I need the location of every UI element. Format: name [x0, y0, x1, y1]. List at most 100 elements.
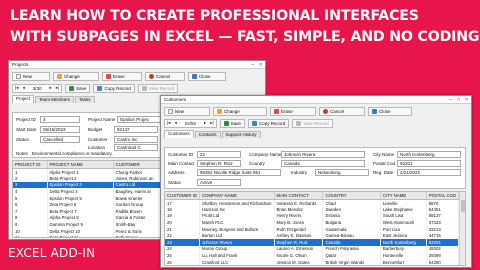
table-row[interactable]: 3 Epsilon Project 3 Castro Ltd [13, 181, 171, 189]
table-row[interactable]: 9 Gamma Project 9 Smith-Bay [13, 221, 171, 228]
company-name-field[interactable]: Johnson Rivera [281, 151, 365, 158]
table-cell: 5 [13, 194, 48, 202]
projects-save-button[interactable]: Save [65, 83, 91, 93]
projects-new-button[interactable]: New [12, 71, 50, 81]
project-name-label: Project Name [88, 117, 116, 122]
customers-view-button[interactable]: View Record [292, 118, 333, 128]
projects-change-button[interactable]: Change [53, 71, 99, 81]
tab-customers[interactable]: Customers [164, 130, 194, 138]
table-row[interactable]: 26 Crawford LLC Jessica M. Gates British Vi… [165, 258, 460, 265]
table-row[interactable]: 8 Alpha Project 8 Garcia & Foster [13, 214, 171, 222]
customers-new-button[interactable]: New [164, 106, 210, 116]
table-row[interactable]: 21 Mooney, Burgess and Bullock Ruth Fitzge… [165, 225, 460, 233]
column-header[interactable]: COUNTRY [322, 192, 381, 200]
table-cell: Zeta Project 6 [47, 201, 114, 209]
table-row[interactable]: 22 Burton Ltd Ashley K. Davison Guinea-Biss… [165, 232, 460, 240]
close-window-icon[interactable]: × [259, 62, 262, 68]
first-record-icon[interactable]: |◂ [13, 85, 20, 91]
customers-cancel-button[interactable]: Cancel [319, 106, 365, 116]
country-field[interactable]: Canada [281, 160, 365, 167]
column-header[interactable]: PROJECT ID [13, 161, 48, 169]
table-cell: 10 [13, 227, 48, 235]
table-row[interactable]: 20 Marsh PLC Mary B. Jones Bulgaria West Ala… [165, 219, 460, 226]
table-row[interactable]: 19 Pruitt Ltd Henry Rivers Estonia South Lis… [165, 212, 460, 220]
address-field[interactable]: 96362 Nicolle Ridge Suite 951 [197, 169, 281, 176]
city-name-label: City Name [373, 152, 395, 157]
new-icon [168, 108, 173, 114]
table-row[interactable]: 10 Delta Project 10 Perez & Sons [13, 227, 171, 235]
minimize-icon[interactable]: – [449, 97, 452, 103]
last-record-icon[interactable]: ▸| [54, 85, 61, 91]
customers-change-button[interactable]: Change [213, 106, 267, 116]
table-row[interactable]: 4 Delta Project 4 Baughey, Harris ar [13, 188, 171, 195]
table-row[interactable]: 24 Moran Group Lauren A. Emerson French Pol… [165, 245, 460, 253]
customers-record-navigator[interactable]: |◂ ◂ 22/50 ▸ ▸| [164, 118, 217, 128]
table-row[interactable]: 17 Shafton, Henderson and Richardson Vanes… [165, 199, 460, 207]
tab-support-history[interactable]: Support History [221, 131, 261, 138]
location-field[interactable]: Castrotoit C [114, 144, 158, 151]
table-row[interactable]: 23 Johnson Rivera Stephen R. Ruiz Canada Nor… [165, 239, 460, 246]
table-row[interactable]: 11 Beta Project 11 Roth Group [13, 234, 171, 237]
customer-id-field[interactable]: 22 [197, 151, 241, 158]
table-cell: 64451 [426, 206, 460, 213]
table-row[interactable]: 7 Beta Project 7 Padilla Brown [13, 208, 171, 215]
city-name-field[interactable]: North Kortenberg [397, 151, 461, 158]
tab-tasks[interactable]: Tasks [75, 96, 95, 103]
tab-contacts[interactable]: Contacts [194, 131, 221, 138]
close-window-icon[interactable]: × [465, 97, 468, 103]
scrollbar-thumb[interactable] [461, 200, 465, 212]
maximize-icon[interactable]: □ [457, 97, 460, 103]
tab-project[interactable]: Project [12, 95, 35, 103]
column-header[interactable]: CUSTOMER ID [165, 192, 201, 200]
projects-erase-button[interactable]: Erase [102, 71, 142, 81]
tab-team-members[interactable]: Team Members [35, 96, 75, 103]
column-header[interactable]: CITY NAME [380, 192, 427, 200]
table-cell: Marsh PLC [199, 219, 275, 226]
reg-date-field[interactable]: 2/21/2022 [397, 169, 461, 176]
table-cell: Delta Project 10 [47, 227, 114, 235]
project-name-field[interactable]: Epsilon Projec [117, 116, 162, 123]
main-contact-field[interactable]: Stephen R. Ruiz [197, 160, 241, 167]
customers-close-button[interactable]: Close [368, 106, 412, 116]
table-row[interactable]: 27Smith, Wood and JohnsonElijah D. Cross… [165, 265, 459, 266]
minimize-icon[interactable]: – [251, 62, 254, 68]
projects-view-button[interactable]: View Record [137, 83, 179, 93]
projects-cancel-button[interactable]: Cancel [145, 71, 185, 81]
column-header[interactable]: PROJECT NAME [47, 161, 114, 169]
column-header[interactable]: MAIN CONTACT [274, 192, 324, 200]
notes-field[interactable]: Environmental compliance is mandatory. [32, 151, 113, 156]
table-row[interactable]: 25 Lu, Hall and Frank Nicole G. Olson Qatar… [165, 252, 460, 259]
customers-copy-button[interactable]: Copy Record [247, 118, 290, 128]
table-cell: French Polynesia [322, 245, 381, 253]
table-row[interactable]: 1 Alpha Project 1 Chung-Farber [13, 168, 171, 176]
projects-copy-button[interactable]: Copy Record [93, 83, 135, 93]
project-id-field[interactable]: 3 [40, 116, 80, 123]
projects-record-navigator[interactable]: |◂ ◂ 3/30 ▸ ▸| [12, 83, 63, 93]
table-row[interactable]: 18 Harrison Inc Brian Mendez Sweden Lake Ste… [165, 206, 460, 213]
industry-select[interactable]: Networking [315, 169, 369, 176]
postal-code-field[interactable]: 92201 [397, 160, 461, 167]
table-cell: South Lisa [380, 212, 427, 220]
last-record-icon[interactable]: ▸| [208, 120, 215, 126]
headline-line-1: LEARN HOW TO CREATE PROFESSIONAL INTERFA… [10, 8, 419, 24]
table-row[interactable]: 5 Epsilon Project 5 Bowie Kramer [13, 194, 171, 202]
budget-field[interactable]: 92137 [114, 126, 158, 133]
save-icon [223, 120, 229, 126]
customers-erase-button[interactable]: Erase [270, 106, 316, 116]
column-header[interactable]: COMPANY NAME [199, 192, 275, 200]
column-header[interactable]: POSTAL COD [426, 192, 460, 200]
start-date-field[interactable]: 06/15/2023 [40, 126, 80, 133]
status-select[interactable]: Cancelled [40, 136, 80, 143]
table-cell: Bennettfurt [380, 258, 427, 265]
first-record-icon[interactable]: |◂ [165, 120, 172, 126]
table-row[interactable]: 6 Zeta Project 6 Gordon Group [13, 201, 171, 209]
table-cell: Alpha Project 1 [47, 168, 114, 176]
customers-save-button[interactable]: Save [219, 118, 245, 128]
customers-scrollbar[interactable] [459, 192, 465, 265]
projects-close-button[interactable]: Close [188, 71, 226, 81]
customer-field[interactable]: Castro Inc [114, 136, 158, 143]
table-row[interactable]: 2 Beta Project 2 Jones, Robinson an [13, 175, 171, 182]
table-cell: Chad [322, 199, 381, 207]
table-cell: Leeville [380, 199, 427, 207]
status-select[interactable]: Active [197, 179, 241, 186]
